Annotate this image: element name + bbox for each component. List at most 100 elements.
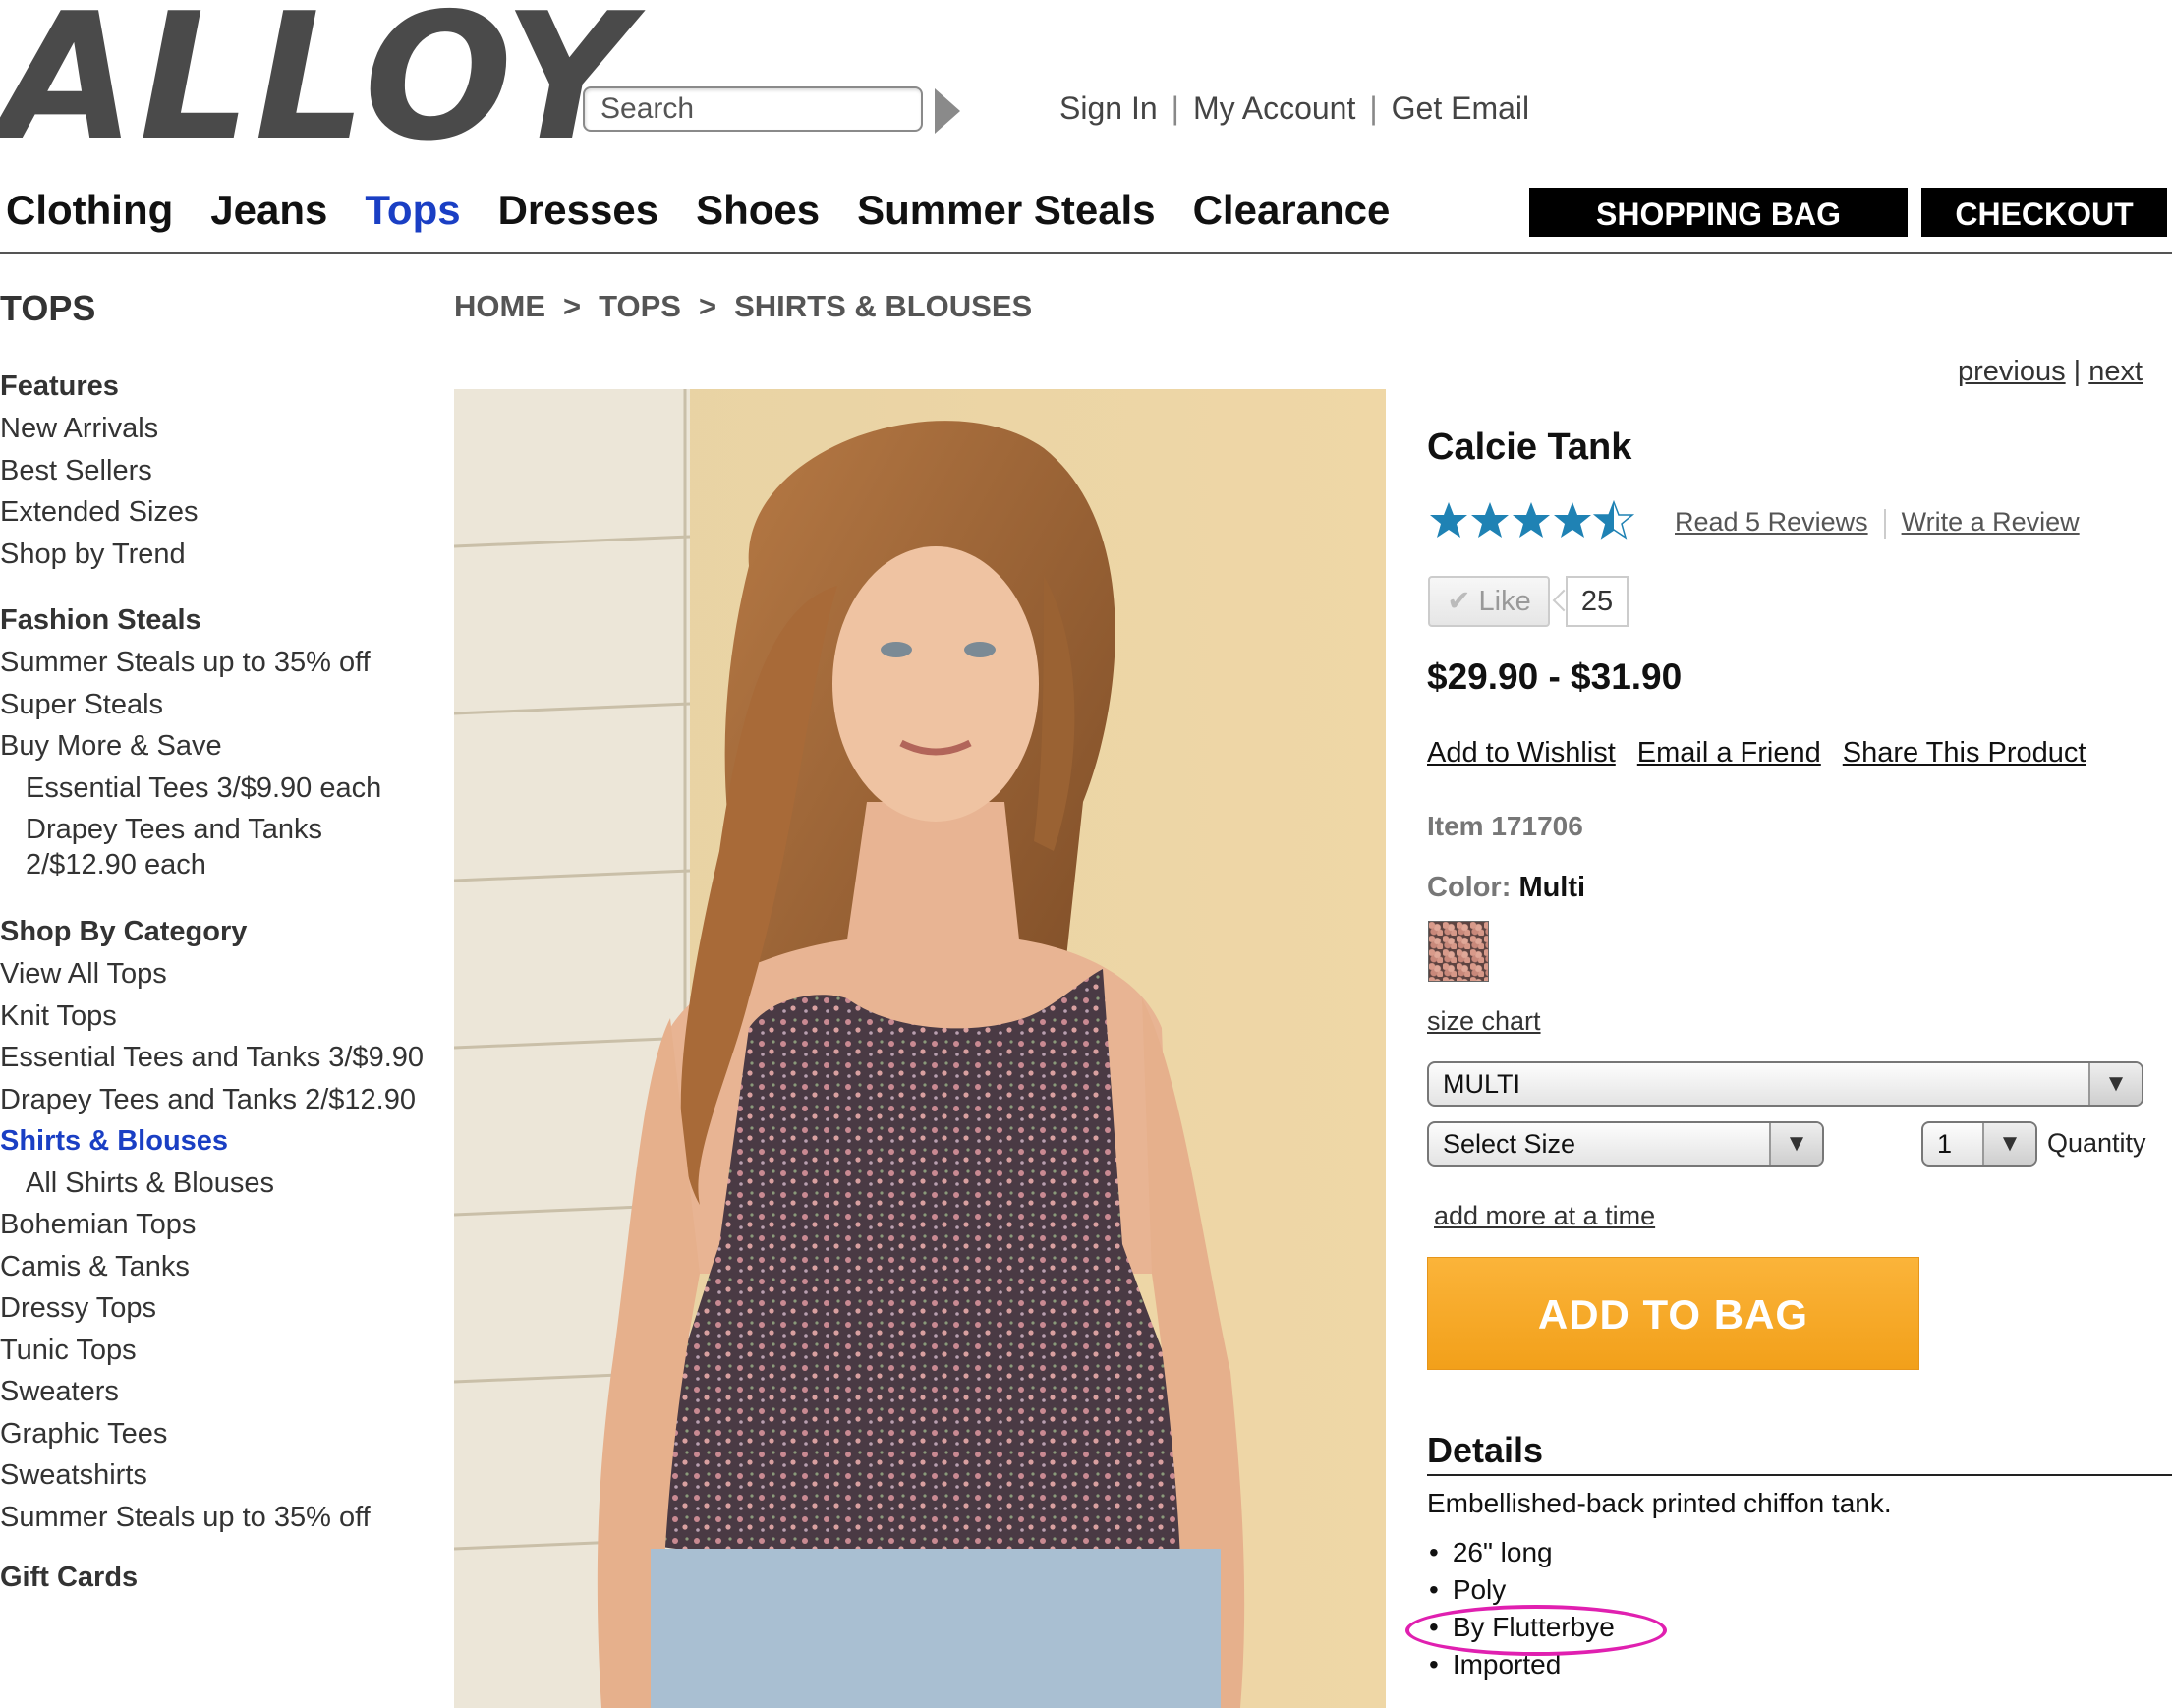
star-icon <box>1554 502 1591 538</box>
sidebar-item-drapey-tees-tanks[interactable]: Drapey Tees and Tanks 2/$12.90 <box>0 1079 442 1121</box>
sidebar-section-category: Shop By Category <box>0 916 248 947</box>
details-description: Embellished-back printed chiffon tank. <box>1427 1488 1892 1518</box>
search-arrow-icon[interactable] <box>935 88 960 134</box>
nav-jeans[interactable]: Jeans <box>210 187 327 233</box>
product-price: $29.90 - $31.90 <box>1427 656 1683 697</box>
search-box <box>583 86 923 132</box>
color-label: Color: Multi <box>1427 872 1585 904</box>
sidebar: TOPS Features New Arrivals Best Sellers … <box>0 288 442 1599</box>
star-icon <box>1471 502 1509 538</box>
add-to-bag-button[interactable]: ADD TO BAG <box>1427 1257 1919 1370</box>
sidebar-item-sweaters[interactable]: Sweaters <box>0 1371 442 1413</box>
review-links: Read 5 Reviews Write a Review <box>1675 507 2080 539</box>
breadcrumb-home[interactable]: HOME <box>454 289 545 323</box>
sidebar-item-shirts-blouses[interactable]: Shirts & Blouses <box>0 1120 442 1163</box>
nav-clothing[interactable]: Clothing <box>6 187 173 233</box>
color-dropdown-value: MULTI <box>1443 1069 1520 1099</box>
share-product-link[interactable]: Share This Product <box>1843 737 2086 769</box>
sidebar-item-sweatshirts[interactable]: Sweatshirts <box>0 1454 442 1497</box>
nav-shoes[interactable]: Shoes <box>696 187 820 233</box>
sidebar-section-features: Features <box>0 370 119 402</box>
next-link[interactable]: next <box>2088 356 2143 387</box>
sidebar-item-new-arrivals[interactable]: New Arrivals <box>0 408 442 450</box>
sidebar-item-view-all-tops[interactable]: View All Tops <box>0 953 442 996</box>
sidebar-item-best-sellers[interactable]: Best Sellers <box>0 450 442 492</box>
product-photo[interactable] <box>454 389 1386 1708</box>
sidebar-item-summer-steals-2[interactable]: Summer Steals up to 35% off <box>0 1497 442 1539</box>
item-number: Item 171706 <box>1427 811 1583 841</box>
like-button[interactable]: ✔ Like <box>1428 576 1550 627</box>
sidebar-item-bohemian-tops[interactable]: Bohemian Tops <box>0 1204 442 1246</box>
details-heading: Details <box>1427 1430 1544 1470</box>
sidebar-item-knit-tops[interactable]: Knit Tops <box>0 996 442 1038</box>
sidebar-item-camis-tanks[interactable]: Camis & Tanks <box>0 1246 442 1288</box>
sidebar-item-shop-by-trend[interactable]: Shop by Trend <box>0 534 442 576</box>
size-dropdown-value: Select Size <box>1443 1129 1576 1159</box>
sidebar-item-graphic-tees[interactable]: Graphic Tees <box>0 1413 442 1455</box>
details-list-item: 26" long <box>1427 1534 1615 1571</box>
quantity-label: Quantity <box>2047 1128 2146 1158</box>
write-review-link[interactable]: Write a Review <box>1902 507 2080 537</box>
size-chart-link[interactable]: size chart <box>1427 1006 1541 1037</box>
sidebar-item-extended-sizes[interactable]: Extended Sizes <box>0 491 442 534</box>
previous-link[interactable]: previous <box>1958 356 2066 387</box>
star-icon <box>1513 502 1550 538</box>
my-account-link[interactable]: My Account <box>1193 90 1355 126</box>
color-dropdown[interactable]: MULTI ▼ <box>1427 1061 2143 1107</box>
divider <box>1883 508 1886 539</box>
main-nav: Clothing Jeans Tops Dresses Shoes Summer Stea… <box>6 187 1427 234</box>
breadcrumb-separator: > <box>698 289 717 323</box>
checkout-button[interactable]: CHECKOUT <box>1921 188 2167 237</box>
sidebar-item-dressy-tops[interactable]: Dressy Tops <box>0 1287 442 1330</box>
color-swatch-multi[interactable] <box>1428 921 1489 982</box>
alloy-logo[interactable]: ALLOY <box>0 0 635 165</box>
add-to-wishlist-link[interactable]: Add to Wishlist <box>1427 737 1616 769</box>
add-more-link[interactable]: add more at a time <box>1434 1201 1655 1231</box>
sidebar-item-essential-tees-tanks[interactable]: Essential Tees and Tanks 3/$9.90 <box>0 1037 442 1079</box>
sidebar-title: TOPS <box>0 288 96 328</box>
sidebar-item-summer-steals[interactable]: Summer Steals up to 35% off <box>0 642 442 684</box>
color-label-text: Color: <box>1427 872 1512 903</box>
chevron-down-icon: ▼ <box>1982 1123 2035 1165</box>
half-star-icon <box>1594 501 1633 539</box>
sidebar-item-buy-more-save[interactable]: Buy More & Save <box>0 725 442 768</box>
email-a-friend-link[interactable]: Email a Friend <box>1637 737 1821 769</box>
star-icon <box>1430 502 1467 538</box>
sidebar-item-gift-cards[interactable]: Gift Cards <box>0 1556 442 1599</box>
breadcrumb-tops[interactable]: TOPS <box>599 289 681 323</box>
details-list-item: Poly <box>1427 1571 1615 1609</box>
sidebar-section-fashion-steals: Fashion Steals <box>0 604 201 636</box>
get-email-link[interactable]: Get Email <box>1392 90 1529 126</box>
sidebar-item-tunic-tops[interactable]: Tunic Tops <box>0 1330 442 1372</box>
like-count: 25 <box>1566 576 1629 627</box>
star-rating[interactable] <box>1429 496 1645 548</box>
breadcrumb: HOME > TOPS > SHIRTS & BLOUSES <box>454 289 1032 324</box>
sidebar-item-drapey-tees[interactable]: Drapey Tees and Tanks 2/$12.90 each <box>0 809 350 886</box>
breadcrumb-shirts-blouses[interactable]: SHIRTS & BLOUSES <box>734 289 1032 323</box>
read-reviews-link[interactable]: Read 5 Reviews <box>1675 507 1868 537</box>
search-input[interactable] <box>599 88 917 130</box>
size-dropdown[interactable]: Select Size ▼ <box>1427 1121 1824 1167</box>
sidebar-item-super-steals[interactable]: Super Steals <box>0 684 442 726</box>
product-action-links: Add to Wishlist Email a Friend Share This … <box>1427 737 2107 769</box>
divider: | <box>1171 90 1179 126</box>
nav-divider <box>0 252 2172 254</box>
nav-summer-steals[interactable]: Summer Steals <box>857 187 1155 233</box>
quantity-dropdown-value: 1 <box>1937 1129 1953 1159</box>
color-value: Multi <box>1518 872 1586 903</box>
chevron-down-icon: ▼ <box>1769 1123 1822 1165</box>
nav-tops[interactable]: Tops <box>365 187 460 233</box>
quantity-dropdown[interactable]: 1 ▼ <box>1921 1121 2037 1167</box>
shopping-bag-button[interactable]: SHOPPING BAG <box>1529 188 1908 237</box>
divider: | <box>1369 90 1378 126</box>
product-title: Calcie Tank <box>1427 427 1632 468</box>
sign-in-link[interactable]: Sign In <box>1059 90 1158 126</box>
nav-dresses[interactable]: Dresses <box>498 187 658 233</box>
check-icon: ✔ <box>1447 586 1471 617</box>
account-links: Sign In | My Account | Get Email <box>1059 90 1529 127</box>
prev-next-nav: previous | next <box>1958 356 2143 387</box>
nav-clearance[interactable]: Clearance <box>1193 187 1391 233</box>
sidebar-item-all-shirts-blouses[interactable]: All Shirts & Blouses <box>0 1163 442 1205</box>
sidebar-item-essential-tees[interactable]: Essential Tees 3/$9.90 each <box>0 768 442 810</box>
chevron-down-icon: ▼ <box>2088 1063 2142 1105</box>
